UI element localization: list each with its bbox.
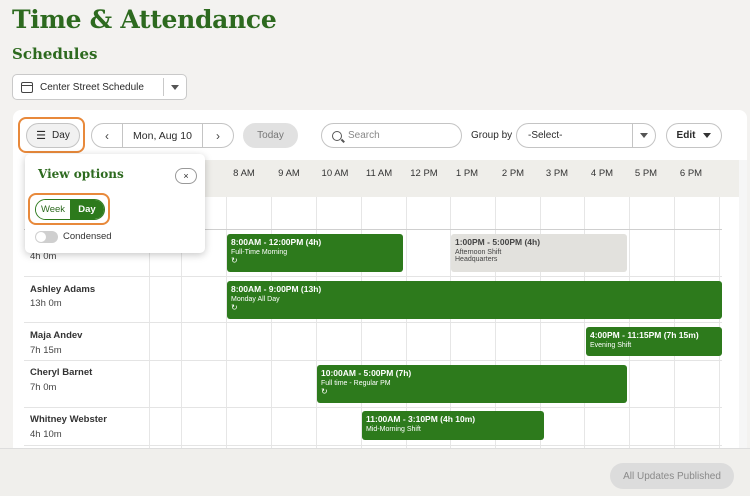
- employee-hours: 4h 10m: [30, 429, 62, 440]
- row-divider: [24, 445, 722, 446]
- time-tick: 5 PM: [634, 168, 658, 179]
- current-date[interactable]: Mon, Aug 10: [122, 124, 203, 147]
- time-tick: 1 PM: [455, 168, 479, 179]
- group-by-value: -Select-: [528, 130, 563, 141]
- publish-button[interactable]: All Updates Published: [610, 463, 734, 489]
- employee-hours: 7h 0m: [30, 382, 57, 393]
- time-tick: 10 AM: [321, 168, 349, 179]
- shift-location: Headquarters: [455, 256, 498, 263]
- time-tick: 11 AM: [365, 168, 393, 179]
- date-navigator: ‹ Mon, Aug 10 ›: [91, 123, 234, 148]
- shift-block[interactable]: 10:00AM - 5:00PM (7h) Full time - Regula…: [317, 365, 627, 403]
- time-tick: 4 PM: [590, 168, 614, 179]
- page-title: Time & Attendance: [12, 5, 277, 34]
- row-divider: [24, 360, 722, 361]
- chevron-down-icon: [171, 84, 179, 90]
- time-tick: 8 AM: [233, 168, 255, 179]
- footer-bar: All Updates Published: [0, 448, 750, 496]
- week-option[interactable]: Week: [36, 200, 70, 219]
- schedule-select-value: Center Street Schedule: [40, 81, 144, 93]
- close-icon[interactable]: ×: [175, 168, 197, 184]
- time-tick: 6 PM: [679, 168, 703, 179]
- time-tick: 3 PM: [545, 168, 569, 179]
- time-tick: 9 AM: [278, 168, 300, 179]
- shift-label: Monday All Day: [231, 296, 280, 303]
- search-placeholder: Search: [348, 130, 380, 141]
- section-title: Schedules: [12, 45, 98, 63]
- row-divider: [24, 407, 722, 408]
- condensed-label: Condensed: [63, 231, 112, 242]
- shift-block[interactable]: 8:00AM - 12:00PM (4h) Full-Time Morning …: [227, 234, 403, 272]
- repeat-icon: ↻: [231, 256, 238, 265]
- calendar-icon: [21, 81, 33, 93]
- shift-label: Afternoon Shift: [455, 249, 502, 256]
- shift-block[interactable]: 8:00AM - 9:00PM (13h) Monday All Day ↻: [227, 281, 722, 319]
- day-option[interactable]: Day: [70, 200, 104, 219]
- time-tick: 12 PM: [410, 168, 438, 179]
- repeat-icon: ↻: [231, 303, 238, 312]
- shift-time: 8:00AM - 12:00PM (4h): [231, 237, 322, 247]
- employee-name[interactable]: Maja Andev: [30, 330, 82, 341]
- view-mode-toggle: Week Day: [35, 199, 105, 220]
- employee-hours: 13h 0m: [30, 298, 62, 309]
- shift-block[interactable]: 4:00PM - 11:15PM (7h 15m) Evening Shift: [586, 327, 722, 356]
- search-input[interactable]: Search: [321, 123, 462, 148]
- shift-time: 4:00PM - 11:15PM (7h 15m): [590, 330, 699, 340]
- shift-time: 10:00AM - 5:00PM (7h): [321, 368, 412, 378]
- schedule-select[interactable]: Center Street Schedule: [12, 74, 187, 100]
- edit-button-label: Edit: [676, 130, 696, 141]
- shift-time: 11:00AM - 3:10PM (4h 10m): [366, 414, 476, 424]
- shift-time: 8:00AM - 9:00PM (13h): [231, 284, 322, 294]
- shift-block[interactable]: 11:00AM - 3:10PM (4h 10m) Mid-Morning Sh…: [362, 411, 544, 440]
- shift-block[interactable]: 1:00PM - 5:00PM (4h) Afternoon Shift Hea…: [451, 234, 627, 272]
- condensed-toggle[interactable]: [35, 231, 58, 243]
- select-divider: [163, 78, 164, 96]
- popover-title: View options: [38, 167, 124, 181]
- row-divider: [24, 322, 722, 323]
- time-tick: 2 PM: [501, 168, 525, 179]
- employee-hours: 7h 15m: [30, 345, 62, 356]
- shift-time: 1:00PM - 5:00PM (4h): [455, 237, 541, 247]
- edit-button[interactable]: Edit: [666, 123, 722, 148]
- repeat-icon: ↻: [321, 387, 328, 396]
- group-by-select[interactable]: -Select-: [516, 123, 656, 148]
- shift-label: Evening Shift: [590, 342, 632, 349]
- shift-label: Mid-Morning Shift: [366, 426, 421, 433]
- prev-day-button[interactable]: ‹: [92, 124, 122, 147]
- employee-name[interactable]: Whitney Webster: [30, 414, 107, 425]
- shift-label: Full-Time Morning: [231, 249, 288, 256]
- today-button[interactable]: Today: [243, 123, 298, 148]
- group-by-label: Group by: [471, 130, 513, 141]
- shift-label: Full time - Regular PM: [321, 380, 391, 387]
- chevron-down-icon: [640, 133, 648, 138]
- next-day-button[interactable]: ›: [203, 124, 233, 147]
- employee-name[interactable]: Ashley Adams: [30, 284, 95, 295]
- employee-name[interactable]: Cheryl Barnet: [30, 367, 92, 378]
- scrollbar[interactable]: [739, 160, 747, 450]
- view-options-popover: View options × Week Day Condensed: [25, 154, 205, 253]
- select-divider: [632, 124, 633, 147]
- chevron-down-icon: [703, 133, 712, 138]
- sliders-icon: ☰: [36, 130, 47, 142]
- row-divider: [24, 276, 722, 277]
- search-icon: [332, 130, 342, 141]
- view-options-button-label: Day: [52, 130, 70, 141]
- view-options-button[interactable]: ☰ Day: [26, 123, 80, 148]
